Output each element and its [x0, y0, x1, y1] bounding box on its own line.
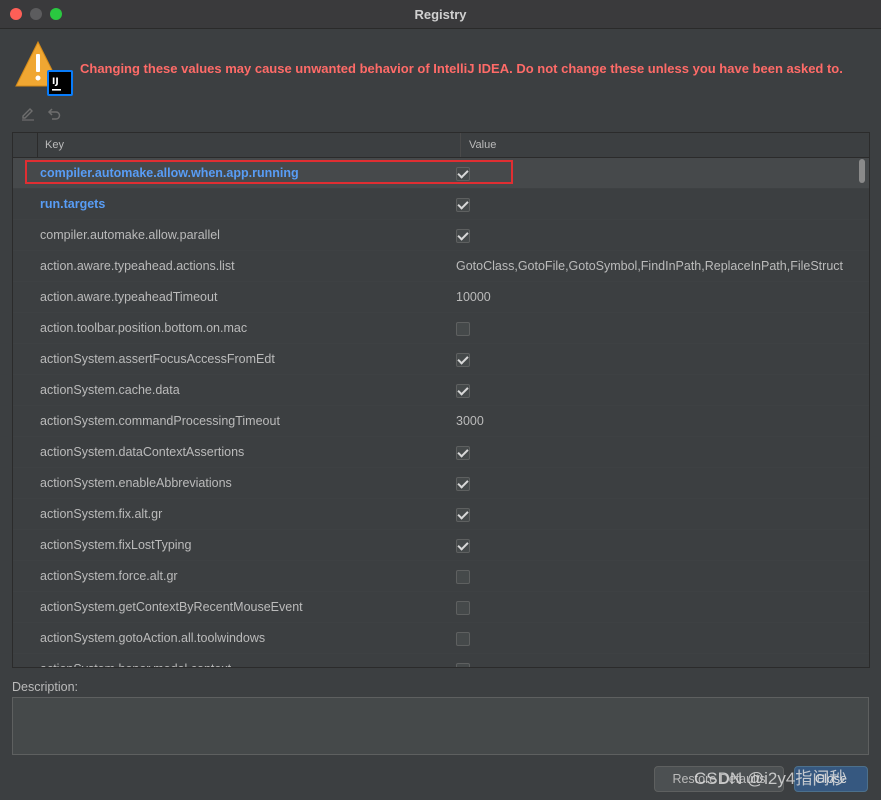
warning-message: Changing these values may cause unwanted…	[80, 61, 843, 76]
row-value	[456, 630, 869, 647]
table-row[interactable]: actionSystem.fixLostTyping	[13, 530, 869, 561]
row-key: compiler.automake.allow.parallel	[40, 228, 220, 242]
row-value-checkbox[interactable]	[456, 197, 470, 212]
row-value[interactable]: 10000	[456, 290, 869, 304]
row-key: actionSystem.gotoAction.all.toolwindows	[40, 631, 266, 645]
table-row[interactable]: compiler.automake.allow.when.app.running	[13, 158, 869, 189]
row-key: actionSystem.fix.alt.gr	[40, 507, 163, 521]
pencil-icon[interactable]	[20, 106, 36, 122]
row-value	[456, 351, 869, 368]
row-value	[456, 661, 869, 667]
table-body: compiler.automake.allow.when.app.running…	[13, 158, 869, 667]
app-badge-text: IJ	[52, 77, 59, 87]
table-row[interactable]: actionSystem.enableAbbreviations	[13, 468, 869, 499]
row-value	[456, 506, 869, 523]
row-value	[456, 320, 869, 337]
row-value	[456, 537, 869, 554]
vertical-scrollbar[interactable]	[859, 159, 865, 183]
row-key: actionSystem.commandProcessingTimeout	[40, 414, 280, 428]
row-value	[456, 382, 869, 399]
table-row[interactable]: actionSystem.commandProcessingTimeout 300…	[13, 406, 869, 437]
row-value-checkbox[interactable]	[456, 352, 470, 367]
row-key: actionSystem.getContextByRecentMouseEven…	[40, 600, 303, 614]
zoom-window-button[interactable]	[50, 8, 62, 20]
row-key: actionSystem.assertFocusAccessFromEdt	[40, 352, 275, 366]
description-field	[12, 697, 869, 755]
table-row[interactable]: compiler.automake.allow.parallel	[13, 220, 869, 251]
registry-table: Key Value compiler.automake.allow.when.a…	[12, 132, 870, 668]
row-value-checkbox[interactable]	[456, 228, 470, 243]
row-value-checkbox[interactable]	[456, 569, 470, 584]
close-button[interactable]: Close	[794, 766, 868, 792]
registry-toolbar	[20, 106, 62, 122]
warning-icon: IJ	[14, 40, 78, 100]
restore-defaults-button[interactable]: Restore Defaults	[654, 766, 784, 792]
row-key: actionSystem.dataContextAssertions	[40, 445, 245, 459]
header-key[interactable]: Key	[38, 133, 461, 157]
row-value	[456, 165, 869, 182]
table-row[interactable]: action.toolbar.position.bottom.on.mac	[13, 313, 869, 344]
row-key: actionSystem.fixLostTyping	[40, 538, 192, 552]
row-value	[456, 196, 869, 213]
row-value-checkbox[interactable]	[456, 383, 470, 398]
table-row[interactable]: action.aware.typeaheadTimeout 10000	[13, 282, 869, 313]
table-row[interactable]: actionSystem.cache.data	[13, 375, 869, 406]
table-row[interactable]: actionSystem.honor.modal.context	[13, 654, 869, 667]
row-key: compiler.automake.allow.when.app.running	[40, 166, 299, 180]
row-key: action.toolbar.position.bottom.on.mac	[40, 321, 248, 335]
table-row[interactable]: actionSystem.assertFocusAccessFromEdt	[13, 344, 869, 375]
row-key: actionSystem.enableAbbreviations	[40, 476, 232, 490]
table-header: Key Value	[13, 133, 869, 158]
row-value-checkbox[interactable]	[456, 166, 470, 181]
row-value-checkbox[interactable]	[456, 507, 470, 522]
row-value	[456, 444, 869, 461]
table-row[interactable]: actionSystem.dataContextAssertions	[13, 437, 869, 468]
row-value-checkbox[interactable]	[456, 445, 470, 460]
title-bar: Registry	[0, 0, 881, 29]
close-window-button[interactable]	[10, 8, 22, 20]
table-row[interactable]: actionSystem.force.alt.gr	[13, 561, 869, 592]
row-value-checkbox[interactable]	[456, 476, 470, 491]
row-key: actionSystem.honor.modal.context	[40, 662, 456, 667]
row-value-checkbox[interactable]	[456, 600, 470, 615]
row-value	[456, 568, 869, 585]
minimize-window-button[interactable]	[30, 8, 42, 20]
row-value[interactable]: GotoClass,GotoFile,GotoSymbol,FindInPath…	[456, 259, 869, 273]
window-controls	[10, 8, 62, 20]
row-key: action.aware.typeahead.actions.list	[40, 259, 235, 273]
undo-icon[interactable]	[46, 106, 62, 122]
header-value[interactable]: Value	[461, 133, 496, 157]
description-label: Description:	[12, 680, 78, 694]
row-value-checkbox[interactable]	[456, 321, 470, 336]
table-row[interactable]: actionSystem.fix.alt.gr	[13, 499, 869, 530]
table-row[interactable]: action.aware.typeahead.actions.list GotoC…	[13, 251, 869, 282]
row-value-checkbox[interactable]	[456, 662, 470, 667]
window-title: Registry	[414, 6, 467, 22]
row-key: actionSystem.cache.data	[40, 383, 180, 397]
table-row[interactable]: run.targets	[13, 189, 869, 220]
row-value	[456, 475, 869, 492]
table-row[interactable]: actionSystem.gotoAction.all.toolwindows	[13, 623, 869, 654]
table-row[interactable]: actionSystem.getContextByRecentMouseEven…	[13, 592, 869, 623]
row-value-checkbox[interactable]	[456, 538, 470, 553]
row-value	[456, 599, 869, 616]
row-value	[456, 227, 869, 244]
row-value-checkbox[interactable]	[456, 631, 470, 646]
row-key: action.aware.typeaheadTimeout	[40, 290, 218, 304]
row-key: actionSystem.force.alt.gr	[40, 569, 178, 583]
row-value[interactable]: 3000	[456, 414, 869, 428]
row-key: run.targets	[40, 197, 106, 211]
